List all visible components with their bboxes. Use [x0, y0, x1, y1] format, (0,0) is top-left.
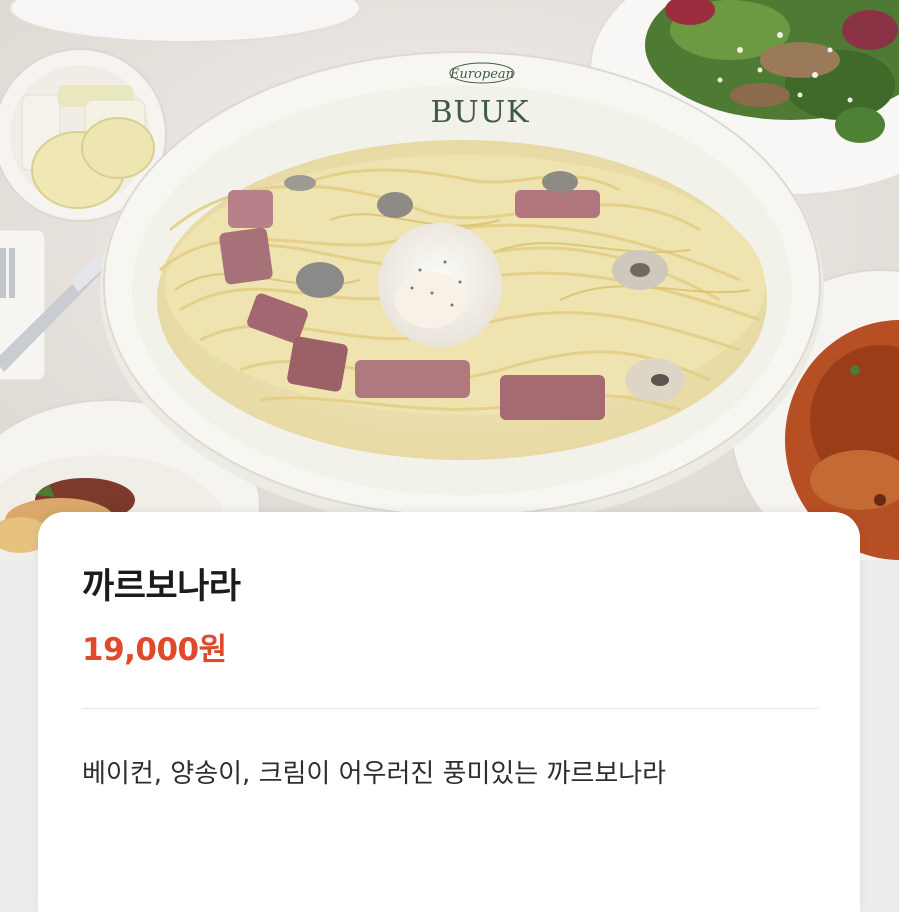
menu-item-price: 19,000원 — [82, 632, 227, 668]
menu-detail-card: 까르보나라 19,000원 베이컨, 양송이, 크림이 어우러진 풍미있는 까르… — [38, 512, 860, 912]
menu-photo: European BUUK — [0, 0, 899, 560]
menu-item-description: 베이컨, 양송이, 크림이 어우러진 풍미있는 까르보나라 — [82, 759, 667, 789]
menu-item-name: 까르보나라 — [82, 567, 241, 607]
plate-logo-main: BUUK — [430, 95, 529, 130]
divider — [82, 708, 818, 709]
carbonara-plate: European BUUK — [100, 51, 824, 528]
